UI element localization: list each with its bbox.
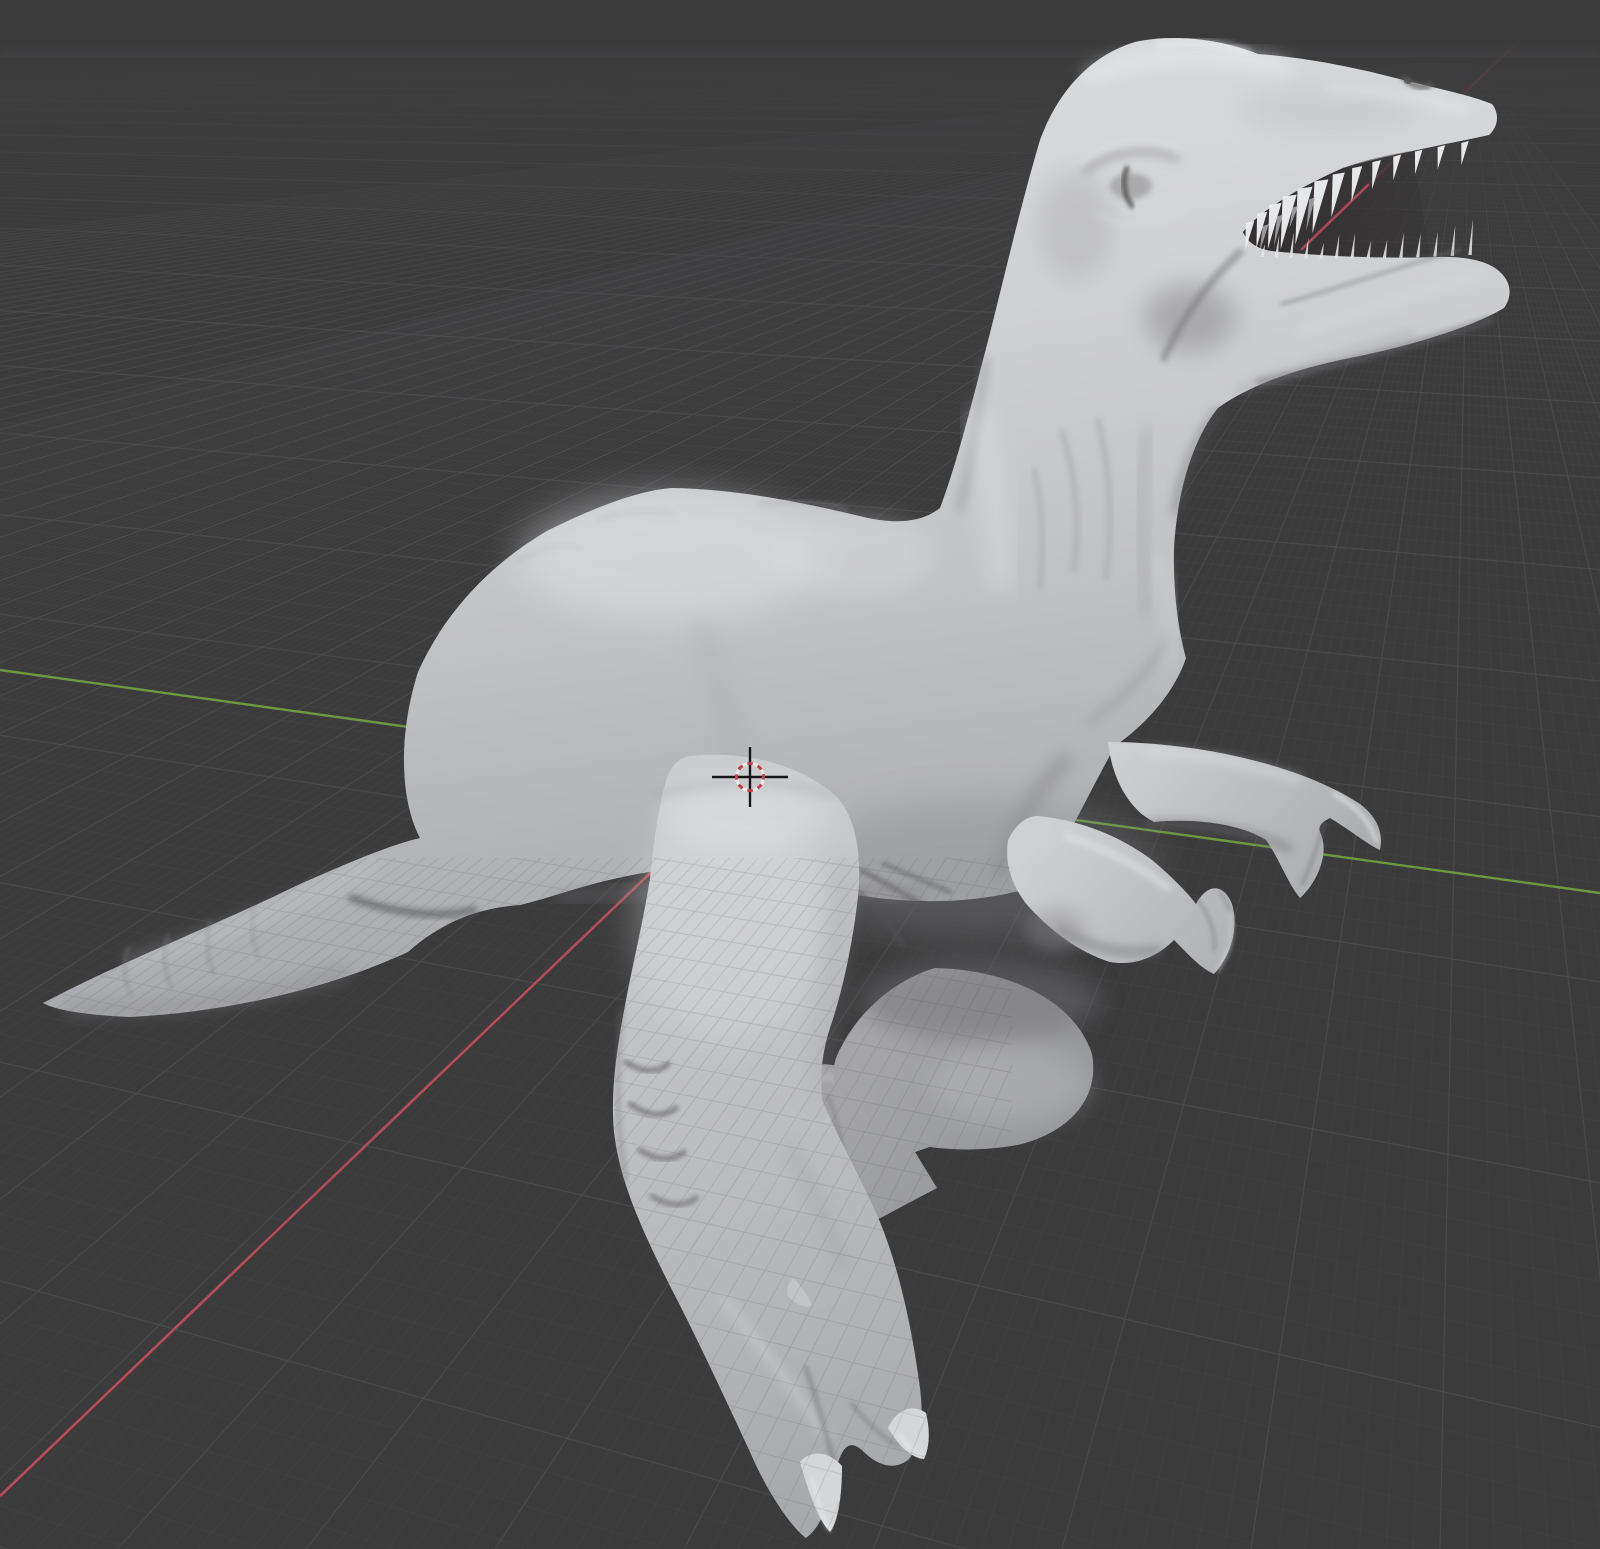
sky-band <box>0 0 1600 57</box>
viewport-3d[interactable] <box>0 0 1600 1549</box>
